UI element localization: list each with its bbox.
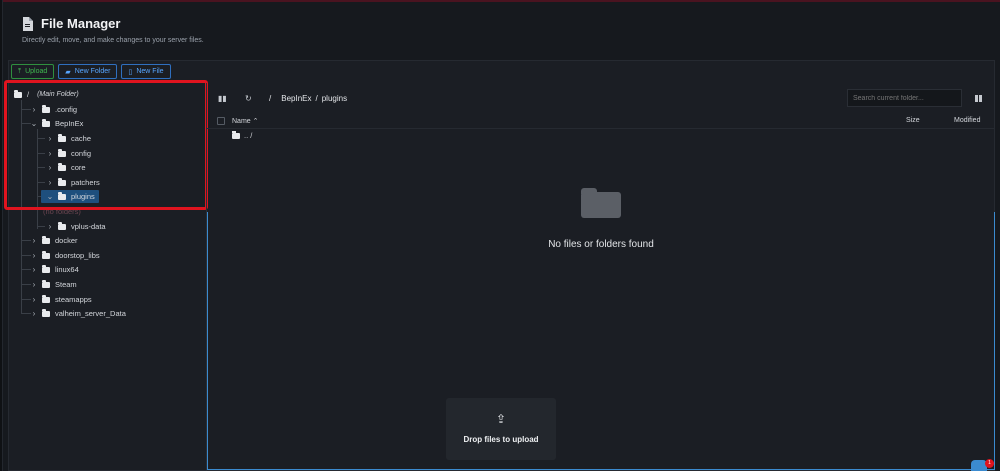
parent-folder-label: .. / xyxy=(244,131,253,140)
upload-button[interactable]: ⤒ Upload xyxy=(11,64,55,79)
upload-icon: ⇪ xyxy=(495,412,507,426)
column-size[interactable]: Size xyxy=(906,117,920,124)
chat-badge: 1 xyxy=(985,459,994,468)
drop-upload-label: Drop files to upload xyxy=(463,435,539,444)
chevron-right-icon[interactable]: › xyxy=(29,236,39,245)
tree-item-docker[interactable]: › docker xyxy=(29,234,78,247)
refresh-icon[interactable]: ↻ xyxy=(245,94,252,103)
folder-plus-icon: ▰ xyxy=(65,68,71,76)
document-icon xyxy=(22,16,33,31)
upload-button-label: Upload xyxy=(25,68,48,75)
chevron-right-icon[interactable]: › xyxy=(29,295,39,304)
sort-asc-icon: ⌃ xyxy=(252,118,259,125)
folder-icon xyxy=(42,235,50,244)
select-all-checkbox[interactable] xyxy=(217,117,225,125)
tree-item-label: valheim_server_Data xyxy=(55,309,126,318)
breadcrumb: / BepInEx / plugins xyxy=(269,94,347,103)
tree-item-label: vplus-data xyxy=(71,222,106,231)
folder-icon xyxy=(42,279,50,288)
tree-item-label: doorstop_libs xyxy=(55,251,100,260)
chevron-right-icon[interactable]: › xyxy=(29,309,39,318)
page-subtitle: Directly edit, move, and make changes to… xyxy=(22,37,204,44)
breadcrumb-root[interactable]: / xyxy=(269,94,271,103)
tree-item-label: steamapps xyxy=(55,295,92,304)
breadcrumb-bepinex[interactable]: BepInEx xyxy=(281,94,311,103)
page-header: File Manager Directly edit, move, and ma… xyxy=(22,16,204,44)
tree-item-label: Steam xyxy=(55,280,77,289)
search-input[interactable] xyxy=(847,89,962,107)
left-edge xyxy=(0,0,3,471)
upload-icon: ⤒ xyxy=(18,67,22,75)
chevron-right-icon[interactable]: › xyxy=(29,280,39,289)
chevron-right-icon[interactable]: › xyxy=(45,222,55,231)
folder-icon xyxy=(232,130,240,139)
folder-icon xyxy=(42,250,50,259)
column-name[interactable]: Name ⌃ xyxy=(232,117,259,125)
tree-item-valheim-server-data[interactable]: › valheim_server_Data xyxy=(29,307,126,320)
tree-item-steam[interactable]: › Steam xyxy=(29,278,77,291)
chevron-right-icon[interactable]: › xyxy=(29,265,39,274)
breadcrumb-plugins: plugins xyxy=(321,94,348,103)
folder-icon xyxy=(42,294,50,303)
column-headers: Name ⌃ Size Modified xyxy=(207,115,995,129)
columns-view-icon[interactable] xyxy=(975,95,982,102)
chevron-right-icon[interactable]: › xyxy=(29,251,39,260)
tree-line xyxy=(37,226,45,227)
top-accent-line xyxy=(0,0,1000,2)
toolbar: ⤒ Upload ▰ New Folder ▯ New File xyxy=(11,64,171,79)
file-plus-icon: ▯ xyxy=(128,68,133,76)
page-title: File Manager xyxy=(41,16,121,31)
tree-item-steamapps[interactable]: › steamapps xyxy=(29,293,92,306)
tree-item-label: linux64 xyxy=(55,265,79,274)
file-list-pane: ▮▮ ↻ / BepInEx / plugins Name ⌃ Size Mod… xyxy=(207,83,995,470)
tree-item-doorstop-libs[interactable]: › doorstop_libs xyxy=(29,249,100,262)
folder-icon xyxy=(42,308,50,317)
annotation-highlight-box xyxy=(4,80,208,210)
drop-upload-card[interactable]: ⇪ Drop files to upload xyxy=(446,398,556,460)
new-file-button[interactable]: ▯ New File xyxy=(121,64,171,79)
parent-folder-row[interactable]: .. / xyxy=(232,130,253,140)
new-folder-button-label: New Folder xyxy=(74,68,111,75)
tree-item-linux64[interactable]: › linux64 xyxy=(29,263,79,276)
folder-icon xyxy=(42,264,50,273)
tree-item-label: docker xyxy=(55,236,78,245)
new-file-button-label: New File xyxy=(136,68,164,75)
folder-icon xyxy=(58,221,66,230)
column-modified[interactable]: Modified xyxy=(954,117,980,124)
breadcrumb-separator: / xyxy=(315,94,318,103)
new-folder-button[interactable]: ▰ New Folder xyxy=(58,64,118,79)
sidebar-toggle-icon[interactable]: ▮▮ xyxy=(218,94,227,103)
file-list-header: ▮▮ ↻ / BepInEx / plugins xyxy=(207,83,995,113)
drop-zone[interactable] xyxy=(207,212,995,470)
tree-item-vplus-data[interactable]: › vplus-data xyxy=(45,220,106,233)
